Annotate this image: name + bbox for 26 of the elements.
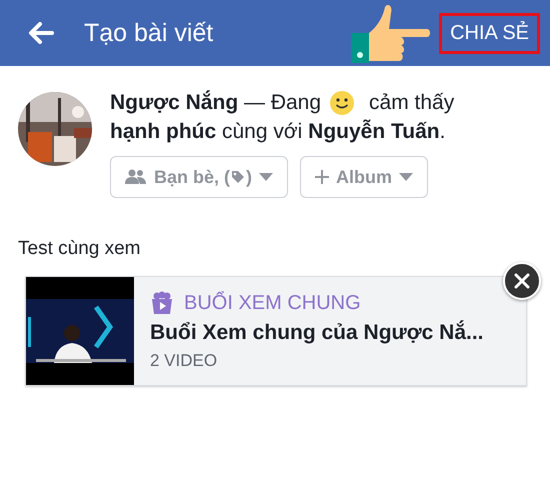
status-text: Ngược Nắng — Đang [110,89,322,116]
status-text: hạnh phúc cùng với Nguyễn Tuấn. [110,118,446,145]
privacy-label: Bạn bè, ( [154,166,230,188]
page-title: Tạo bài viết [84,18,214,48]
share-button[interactable]: CHIA SẺ [439,12,540,54]
watch-party-card[interactable]: BUỔI XEM CHUNG Buổi Xem chung của Ngược Nắ... 2 VIDEO [25,276,527,386]
caret-icon [259,173,274,181]
card-title: Buổi Xem chung của Ngược Nắ... [150,321,484,345]
pointing-hand-icon [351,3,432,63]
plus-icon [315,170,330,184]
album-dropdown[interactable]: Album [300,156,428,198]
tag-icon [230,169,246,185]
privacy-dropdown[interactable]: Bạn bè, ( ) [110,156,288,198]
card-subtitle: 2 VIDEO [150,351,218,371]
back-arrow-icon[interactable] [28,22,54,44]
people-icon [125,169,147,185]
caret-icon [399,173,414,181]
album-label: Album [336,166,392,188]
post-text: Test cùng xem [17,237,142,261]
feeling-text: cảm thấy [369,90,454,116]
smiley-icon [329,90,356,116]
card-category: BUỔI XEM CHUNG [184,292,361,314]
privacy-label-end: ) [246,166,252,188]
popcorn-icon [150,291,174,315]
close-button[interactable] [503,262,541,300]
close-icon [514,273,530,289]
